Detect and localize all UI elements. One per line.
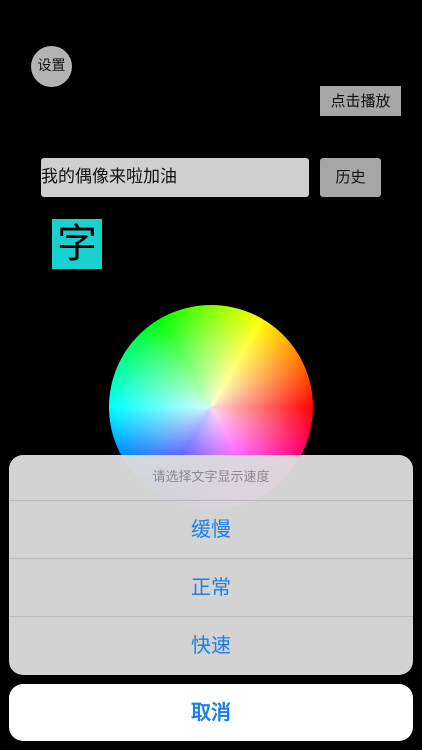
speed-action-sheet: 请选择文字显示速度 缓慢 正常 快速 — [9, 455, 413, 675]
screen: 设置 点击播放 我的偶像来啦加油 历史 字 请选择文字显示速度 缓慢 正常 快速… — [0, 0, 422, 750]
option-normal[interactable]: 正常 — [9, 559, 413, 617]
cancel-button[interactable]: 取消 — [9, 684, 413, 741]
option-slow[interactable]: 缓慢 — [9, 501, 413, 559]
action-sheet-title: 请选择文字显示速度 — [9, 455, 413, 501]
option-fast[interactable]: 快速 — [9, 617, 413, 674]
